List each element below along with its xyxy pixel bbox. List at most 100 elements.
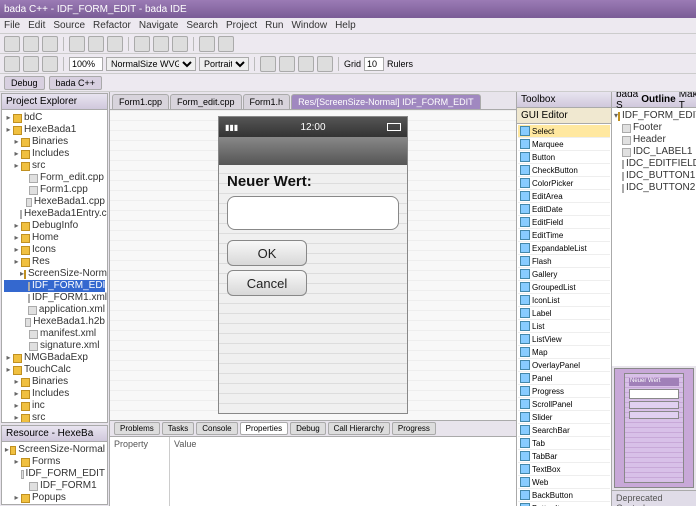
toolbox-item[interactable]: TextBox xyxy=(518,463,610,476)
grid-input[interactable] xyxy=(364,57,384,71)
toolbox-item[interactable]: Progress xyxy=(518,385,610,398)
editor-tab[interactable]: Form1.cpp xyxy=(112,94,169,109)
tree-item[interactable]: ▸src xyxy=(4,160,105,172)
perspective-bada[interactable]: bada C++ xyxy=(49,76,103,90)
align-button[interactable] xyxy=(260,56,276,72)
tree-item[interactable]: ▸HexeBada1 xyxy=(4,124,105,136)
phone-form-body[interactable]: Neuer Wert: OK Cancel xyxy=(219,165,407,413)
bottom-tab[interactable]: Debug xyxy=(290,422,326,435)
debug-button[interactable] xyxy=(88,36,104,52)
form-cancel-button[interactable]: Cancel xyxy=(227,270,307,296)
tree-item[interactable]: ▸ScreenSize-Normal xyxy=(4,444,105,456)
tree-item[interactable]: signature.xml xyxy=(4,340,105,352)
toolbox-item[interactable]: TabBar xyxy=(518,450,610,463)
tool-button[interactable] xyxy=(134,36,150,52)
tree-item[interactable]: IDF_FORM1.xml xyxy=(4,292,105,304)
toolbox-item[interactable]: Gallery xyxy=(518,268,610,281)
outline-item[interactable]: ▾IDF_FORM_EDIT xyxy=(614,110,694,122)
toolbox-item[interactable]: Flash xyxy=(518,255,610,268)
menu-help[interactable]: Help xyxy=(335,20,356,31)
tree-item[interactable]: ▸inc xyxy=(4,400,105,412)
save-button[interactable] xyxy=(23,36,39,52)
tree-item[interactable]: Form1.cpp xyxy=(4,184,105,196)
menu-source[interactable]: Source xyxy=(53,20,85,31)
toolbox-item[interactable]: Web xyxy=(518,476,610,489)
toolbox-item[interactable]: IconList xyxy=(518,294,610,307)
toolbox-item[interactable]: List xyxy=(518,320,610,333)
outline-tree[interactable]: ▾IDF_FORM_EDITFooterHeaderIDC_LABEL1IDC_… xyxy=(612,108,696,366)
menu-edit[interactable]: Edit xyxy=(28,20,45,31)
align-button[interactable] xyxy=(279,56,295,72)
toolbox-item[interactable]: ScrollPanel xyxy=(518,398,610,411)
tree-item[interactable]: ▸ScreenSize-Normal xyxy=(4,268,105,280)
perspective-debug[interactable]: Debug xyxy=(4,76,45,90)
outline-item[interactable]: Header xyxy=(614,134,694,146)
bottom-tab[interactable]: Problems xyxy=(114,422,160,435)
toolbox-item[interactable]: EditArea xyxy=(518,190,610,203)
tree-item[interactable]: ▸src xyxy=(4,412,105,422)
toolbox-item[interactable]: Button xyxy=(518,151,610,164)
tab-outline[interactable]: Outline xyxy=(641,94,675,105)
orientation-select[interactable]: Portrait xyxy=(199,57,249,71)
tree-item[interactable]: ▸Includes xyxy=(4,388,105,400)
form-label[interactable]: Neuer Wert: xyxy=(227,173,399,190)
toolbox-item[interactable]: OverlayPanel xyxy=(518,359,610,372)
tree-item[interactable]: ▸Forms xyxy=(4,456,105,468)
outline-item[interactable]: IDC_LABEL1 xyxy=(614,146,694,158)
nav-forward-button[interactable] xyxy=(218,36,234,52)
resource-tree[interactable]: ▸ScreenSize-Normal▸FormsIDF_FORM_EDITIDF… xyxy=(2,442,107,504)
bottom-tab[interactable]: Tasks xyxy=(162,422,194,435)
tree-item[interactable]: ▸NMGBadaExp xyxy=(4,352,105,364)
form-editfield[interactable] xyxy=(227,196,399,230)
tree-item[interactable]: ▸TouchCalc xyxy=(4,364,105,376)
menu-search[interactable]: Search xyxy=(186,20,218,31)
outline-item[interactable]: IDC_EDITFIELD1 xyxy=(614,158,694,170)
resolution-select[interactable]: NormalSize WVGA xyxy=(106,57,196,71)
tree-item[interactable]: Form_edit.cpp xyxy=(4,172,105,184)
tree-item[interactable]: HexeBada1.cpp xyxy=(4,196,105,208)
toolbox-item[interactable]: Slider xyxy=(518,411,610,424)
tree-item[interactable]: ▸Popups xyxy=(4,492,105,504)
bottom-tab[interactable]: Call Hierarchy xyxy=(328,422,390,435)
deprecated-section[interactable]: Deprecated Control xyxy=(612,490,696,506)
tree-item[interactable]: ▸Icons xyxy=(4,244,105,256)
zoom-input[interactable] xyxy=(69,57,103,71)
menu-refactor[interactable]: Refactor xyxy=(93,20,131,31)
tree-item[interactable]: IDF_FORM_EDIT xyxy=(4,468,105,480)
form-designer-canvas[interactable]: ▮▮▮ 12:00 Neuer Wert: OK Cancel xyxy=(110,110,516,420)
toolbox-item[interactable]: Panel xyxy=(518,372,610,385)
tool-button[interactable] xyxy=(42,56,58,72)
align-button[interactable] xyxy=(317,56,333,72)
tree-item[interactable]: ▸Binaries xyxy=(4,376,105,388)
toolbox-item[interactable]: ColorPicker xyxy=(518,177,610,190)
toolbox-item[interactable]: SearchBar xyxy=(518,424,610,437)
outline-item[interactable]: IDC_BUTTON1 xyxy=(614,170,694,182)
tree-item[interactable]: manifest.xml xyxy=(4,328,105,340)
run-button[interactable] xyxy=(107,36,123,52)
tool-button[interactable] xyxy=(23,56,39,72)
tree-item[interactable]: HexeBada1Entry.cpp xyxy=(4,208,105,220)
form-ok-button[interactable]: OK xyxy=(227,240,307,266)
tool-button[interactable] xyxy=(172,36,188,52)
tree-item[interactable]: ▸Binaries xyxy=(4,136,105,148)
project-explorer-tree[interactable]: ▸bdC▸HexeBada1▸Binaries▸Includes▸srcForm… xyxy=(2,110,107,422)
outline-item[interactable]: Footer xyxy=(614,122,694,134)
tree-item[interactable]: ▸Res xyxy=(4,256,105,268)
tree-item[interactable]: ▸DebugInfo xyxy=(4,220,105,232)
toolbox-item[interactable]: Marquee xyxy=(518,138,610,151)
menu-file[interactable]: File xyxy=(4,20,20,31)
toolbox-item[interactable]: EditDate xyxy=(518,203,610,216)
menu-window[interactable]: Window xyxy=(291,20,327,31)
toolbox-item[interactable]: BackButton xyxy=(518,489,610,502)
toolbox-item[interactable]: Tab xyxy=(518,437,610,450)
toolbox-item[interactable]: ButtonItem xyxy=(518,502,610,506)
tree-item[interactable]: HexeBada1.h2b xyxy=(4,316,105,328)
toolbox-item[interactable]: EditTime xyxy=(518,229,610,242)
tree-item[interactable]: ▸bdC xyxy=(4,112,105,124)
tool-button[interactable] xyxy=(4,56,20,72)
toolbox-item[interactable]: Label xyxy=(518,307,610,320)
toolbox-item[interactable]: CheckButton xyxy=(518,164,610,177)
editor-tab[interactable]: Form_edit.cpp xyxy=(170,94,242,109)
tool-button[interactable] xyxy=(153,36,169,52)
toolbox-item[interactable]: Map xyxy=(518,346,610,359)
